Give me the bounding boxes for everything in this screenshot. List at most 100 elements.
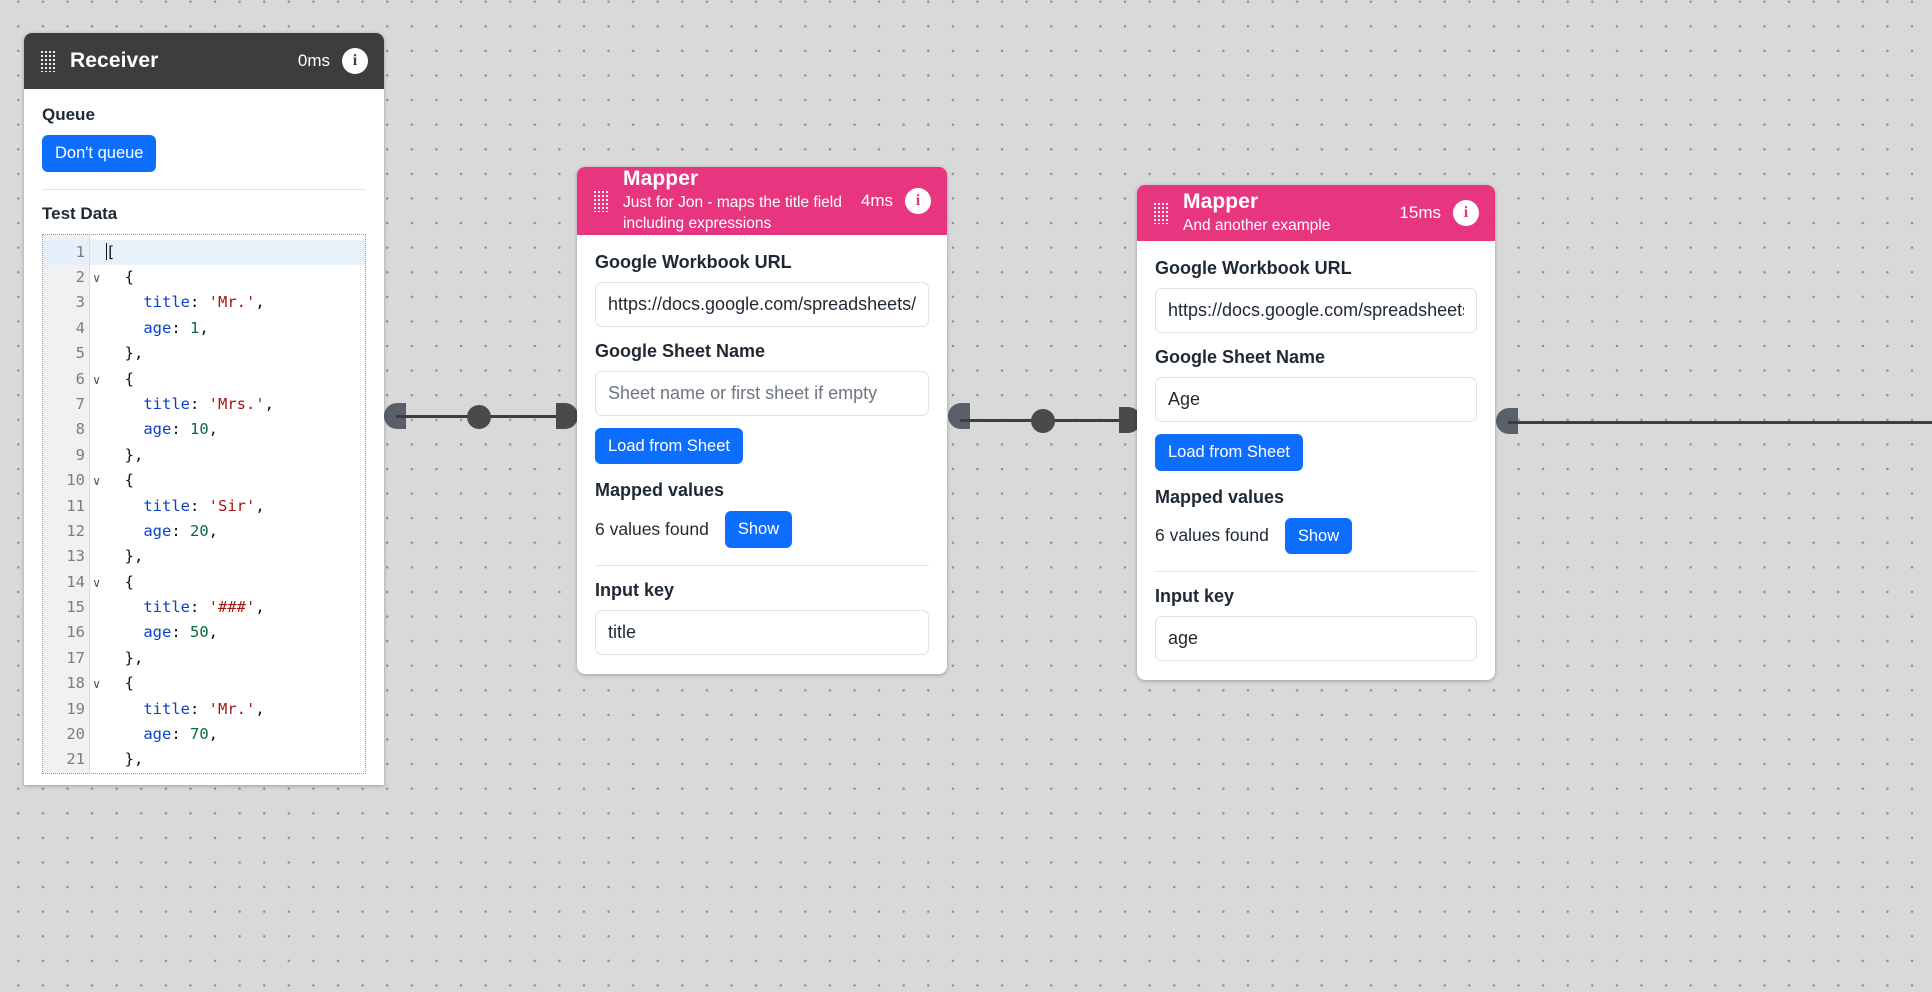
code-token: age [143,725,172,744]
line-number: 12 [66,521,85,540]
load-from-sheet-button[interactable]: Load from Sheet [1155,434,1303,471]
code-line: }, [106,747,365,772]
sheet-name-input[interactable] [1155,377,1477,422]
edge-mapper2-outgoing [1508,421,1932,424]
info-icon[interactable]: i [905,187,931,214]
code-token: }, [124,648,144,667]
line-number: 11 [66,496,85,515]
code-token: }, [124,547,144,566]
code-token: , [255,496,265,515]
drag-handle-icon[interactable] [1153,202,1169,224]
code-token: 'Mr.' [208,293,256,312]
code-token: '###' [208,598,256,617]
code-token: , [255,598,265,617]
input-key-input[interactable] [1155,616,1477,662]
line-number: 10 ∨ [43,468,101,493]
mapper1-output-port[interactable] [948,403,970,429]
code-token: [ [106,242,116,261]
line-number: 20 [66,725,85,744]
code-token: title [143,598,190,617]
code-token: 50 [190,623,209,642]
drag-handle-icon[interactable] [40,50,56,72]
code-gutter[interactable]: 1∨2∨ 3 4 5 6∨ 7 8 9 10∨ 11 12 13 14∨ 15 16 17 18∨ 19 20 21 [43,234,101,773]
code-token: age [143,420,172,439]
code-line: title: 'Sir', [106,494,365,519]
code-token: 'Sir' [208,496,256,515]
code-token: : [171,318,190,337]
node-mapper-2[interactable]: Mapper And another example 15ms i Google… [1137,185,1495,681]
code-token: title [143,699,190,718]
line-number: 6 ∨ [43,367,101,392]
code-line: age: 20, [106,519,365,544]
drag-handle-icon[interactable] [593,189,609,212]
code-token: 20 [190,521,209,540]
line-number: 15 [66,598,85,617]
code-line: age: 50, [106,620,365,645]
code-token: : [171,420,190,439]
code-token: { [124,572,135,591]
code-content[interactable]: [ { title: 'Mr.', age: 1, }, { title: 'M… [90,235,365,773]
line-number: 19 [66,699,85,718]
code-line: { [106,468,365,493]
workbook-url-input[interactable] [595,281,929,327]
mapper1-header[interactable]: Mapper Just for Jon - maps the title fie… [577,167,947,235]
edge-midpoint-1[interactable] [467,405,491,429]
code-line: { [106,570,365,595]
sheet-name-input[interactable] [595,370,929,416]
input-key-label: Input key [1155,586,1235,607]
code-token: , [264,394,275,413]
mapper2-subtitle: And another example [1183,216,1331,234]
mapped-values-label: Mapped values [1155,486,1285,507]
line-number: 18 ∨ [43,671,101,696]
code-token: 70 [190,725,209,744]
code-token: , [255,699,265,718]
mapper2-exec-time: 15ms [1399,203,1441,222]
code-token: , [208,623,219,642]
receiver-body: Queue Don't queue Test Data 1∨2∨ 3 4 5 6∨ 7 8 9… [24,89,384,785]
code-line: }, [106,443,365,468]
sheet-name-label: Google Sheet Name [595,340,766,361]
code-token: { [124,369,135,388]
test-data-code-editor[interactable]: 1∨2∨3456∨78910∨11121314∨15161718∨192021 … [42,233,366,774]
code-line: age: 70, [106,722,365,747]
receiver-exec-time: 0ms [297,51,330,70]
show-values-button[interactable]: Show [724,511,793,548]
test-data-label: Test Data [42,203,118,223]
workbook-url-label: Google Workbook URL [595,251,792,272]
receiver-header[interactable]: Receiver 0ms i [24,33,384,89]
code-line: }, [106,341,365,366]
code-token: { [124,674,135,693]
node-receiver[interactable]: Receiver 0ms i Queue Don't queue Test Da… [24,33,384,785]
divider [1155,571,1477,573]
mapper2-header[interactable]: Mapper And another example 15ms i [1137,185,1495,241]
workbook-url-input[interactable] [1155,288,1477,333]
input-key-input[interactable] [595,609,929,655]
workbook-url-label: Google Workbook URL [1155,258,1352,278]
mapper1-body: Google Workbook URL Google Sheet Name Lo… [577,235,947,674]
load-from-sheet-button[interactable]: Load from Sheet [595,427,743,465]
code-line: [ [90,239,365,266]
code-token: }, [124,750,144,769]
dont-queue-button[interactable]: Don't queue [42,135,157,172]
info-icon[interactable]: i [342,48,368,74]
code-token: 10 [190,420,209,439]
code-line: { [106,265,365,290]
info-icon[interactable]: i [1453,200,1479,226]
code-token: : [171,521,190,540]
line-number: 9 [75,445,85,464]
mapper1-input-port[interactable] [556,403,578,429]
sheet-name-label: Google Sheet Name [1155,347,1326,367]
code-line: { [106,367,365,392]
code-line: title: 'Mr.', [106,697,365,722]
edge-midpoint-2[interactable] [1031,409,1055,433]
line-number: 5 [75,344,85,363]
line-number: 21 [66,750,85,769]
workflow-canvas[interactable]: Receiver 0ms i Queue Don't queue Test Da… [0,0,1932,992]
receiver-title: Receiver [70,48,159,72]
queue-label: Queue [42,105,95,124]
line-number: 3 [75,293,85,312]
code-line: age: 1, [106,316,365,341]
show-values-button[interactable]: Show [1284,517,1353,555]
code-token: }, [124,344,144,363]
node-mapper-1[interactable]: Mapper Just for Jon - maps the title fie… [577,167,947,674]
